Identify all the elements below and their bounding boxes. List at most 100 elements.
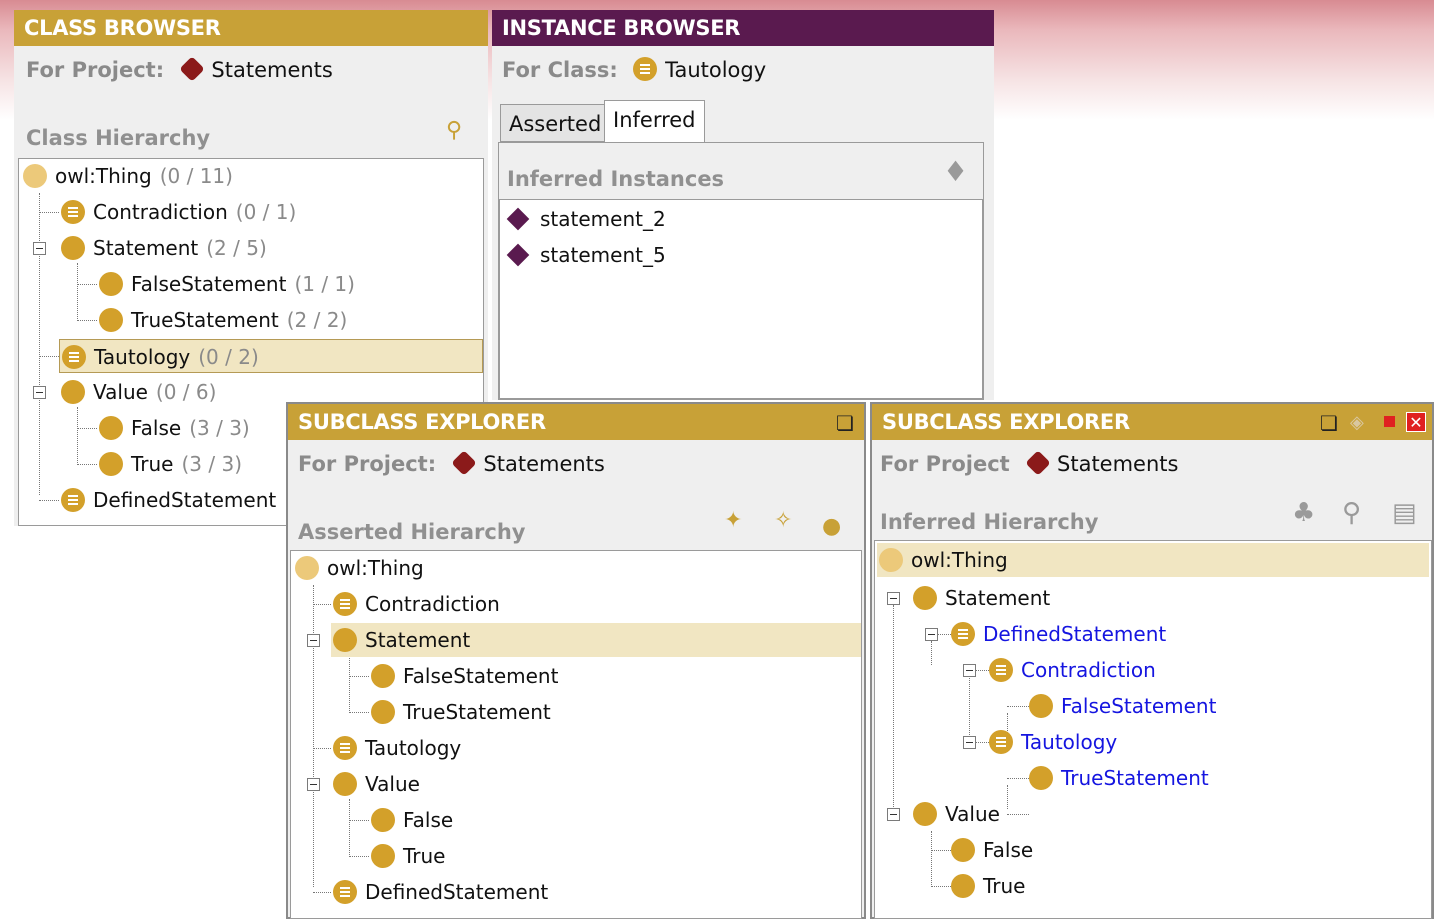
tab-asserted[interactable]: Asserted	[500, 104, 611, 142]
tree-node-value[interactable]: Value	[333, 767, 420, 801]
minimize-icon[interactable]	[1384, 416, 1395, 427]
tree-node-value[interactable]: Value (0 / 6)	[61, 375, 216, 409]
class-icon	[913, 585, 937, 610]
for-class-label: For Class: Tautology	[502, 57, 767, 82]
defined-class-icon	[333, 879, 357, 904]
maximize-icon[interactable]: ❏	[836, 410, 854, 436]
collapse-definedstatement-toggle[interactable]	[925, 628, 938, 641]
class-icon	[951, 837, 975, 862]
instance-item[interactable]: statement_2	[506, 202, 666, 236]
tree-node-owl-thing[interactable]: owl:Thing	[295, 551, 424, 585]
maximize-icon[interactable]: ❏	[1320, 410, 1338, 436]
instance-browser-panel: INSTANCE BROWSER For Class: Tautology As…	[492, 10, 994, 400]
tab-inferred[interactable]: Inferred	[604, 100, 705, 144]
class-icon	[333, 627, 357, 652]
delete-class-icon[interactable]: ●	[822, 514, 841, 540]
tree-node-statement[interactable]: Statement (2 / 5)	[61, 231, 267, 265]
class-icon	[99, 451, 123, 476]
subclass-explorer-title: SUBCLASS EXPLORER	[872, 404, 1432, 440]
find-class-icon[interactable]: ⚲	[446, 118, 462, 144]
tree-node-definedstatement[interactable]: DefinedStatement	[61, 483, 284, 517]
class-icon	[61, 379, 85, 404]
class-icon	[879, 547, 903, 572]
tree-node-definedstatement[interactable]: DefinedStatement	[951, 617, 1166, 651]
instance-list: statement_2 statement_5	[499, 199, 983, 399]
class-browser-title: CLASS BROWSER	[14, 10, 488, 46]
project-label: For Project Statements	[880, 450, 1179, 476]
class-icon	[371, 699, 395, 724]
tree-node-statement-selected[interactable]: Statement	[331, 623, 861, 657]
class-icon	[371, 843, 395, 868]
project-name: Statements	[1057, 452, 1179, 476]
collapse-value-toggle[interactable]	[887, 808, 900, 821]
asserted-hierarchy-tree: owl:Thing Contradiction Statement FalseS…	[290, 550, 862, 919]
tree-node-owl-thing[interactable]: owl:Thing (0 / 11)	[23, 159, 233, 193]
defined-class-icon	[989, 657, 1013, 682]
class-hierarchy-label: Class Hierarchy	[26, 126, 211, 150]
inferred-hierarchy-tree: owl:Thing Statement DefinedStatement Con…	[874, 540, 1432, 919]
tree-node-truestatement[interactable]: TrueStatement (2 / 2)	[99, 303, 347, 337]
create-sibling-class-icon[interactable]: ✧	[774, 508, 792, 534]
tree-node-contradiction[interactable]: Contradiction	[333, 587, 500, 621]
defined-class-icon	[62, 344, 86, 369]
tree-node-owl-thing-selected[interactable]: owl:Thing	[877, 543, 1429, 577]
collapse-statement-toggle[interactable]	[33, 242, 46, 255]
class-icon	[99, 271, 123, 296]
tree-node-falsestatement[interactable]: FalseStatement	[1029, 689, 1216, 723]
tree-node-falsestatement[interactable]: FalseStatement	[371, 659, 558, 693]
defined-class-icon	[333, 591, 357, 616]
tree-node-definedstatement[interactable]: DefinedStatement	[333, 875, 548, 909]
project-icon	[179, 56, 206, 82]
tab-content: Inferred Instances ♦ statement_2 stateme…	[498, 142, 984, 400]
class-icon	[99, 415, 123, 440]
subclass-explorer-inferred-panel: SUBCLASS EXPLORER ❏ ◈ ✕ For Project Stat…	[870, 402, 1434, 919]
instance-action-icon[interactable]: ♦	[943, 158, 968, 186]
collapse-statement-toggle[interactable]	[307, 634, 320, 647]
class-icon	[1029, 765, 1053, 790]
tree-node-true[interactable]: True	[951, 869, 1025, 903]
project-name: Statements	[211, 58, 333, 82]
tree-node-false[interactable]: False	[371, 803, 453, 837]
class-name: Tautology	[665, 58, 767, 82]
collapse-contradiction-toggle[interactable]	[963, 664, 976, 677]
tree-node-truestatement[interactable]: TrueStatement	[1029, 761, 1209, 795]
class-icon	[951, 873, 975, 898]
create-subclass-icon[interactable]: ✦	[724, 508, 742, 534]
collapse-value-toggle[interactable]	[307, 778, 320, 791]
collapse-tautology-toggle[interactable]	[963, 736, 976, 749]
tree-node-tautology-selected[interactable]: Tautology (0 / 2)	[59, 339, 483, 373]
tree-node-false[interactable]: False (3 / 3)	[99, 411, 250, 445]
inferred-instances-label: Inferred Instances	[507, 167, 725, 191]
defined-class-icon	[61, 487, 85, 512]
class-icon	[371, 663, 395, 688]
collapse-value-toggle[interactable]	[33, 386, 46, 399]
instance-icon	[506, 207, 530, 230]
tree-node-tautology[interactable]: Tautology	[989, 725, 1117, 759]
restore-icon[interactable]: ◈	[1350, 410, 1364, 436]
tree-node-true[interactable]: True (3 / 3)	[99, 447, 242, 481]
project-icon	[451, 450, 478, 476]
classify-icon[interactable]: ♣	[1292, 500, 1315, 526]
tree-node-false[interactable]: False	[951, 833, 1033, 867]
tree-node-falsestatement[interactable]: FalseStatement (1 / 1)	[99, 267, 355, 301]
project-name: Statements	[483, 452, 605, 476]
tree-node-value[interactable]: Value	[913, 797, 1000, 831]
class-icon	[371, 807, 395, 832]
save-icon[interactable]: ▤	[1392, 500, 1417, 526]
tree-node-contradiction[interactable]: Contradiction	[989, 653, 1156, 687]
tree-node-tautology[interactable]: Tautology	[333, 731, 461, 765]
defined-class-icon	[633, 57, 658, 81]
search-icon[interactable]: ⚲	[1342, 500, 1361, 526]
collapse-statement-toggle[interactable]	[887, 592, 900, 605]
asserted-hierarchy-label: Asserted Hierarchy	[298, 520, 526, 544]
close-icon[interactable]: ✕	[1406, 412, 1426, 432]
defined-class-icon	[951, 621, 975, 646]
class-icon	[333, 771, 357, 796]
tree-node-true[interactable]: True	[371, 839, 445, 873]
tree-node-truestatement[interactable]: TrueStatement	[371, 695, 551, 729]
project-label: For Project: Statements	[298, 450, 605, 476]
project-icon	[1025, 450, 1051, 476]
tree-node-statement[interactable]: Statement	[913, 581, 1050, 615]
tree-node-contradiction[interactable]: Contradiction (0 / 1)	[61, 195, 296, 229]
instance-item[interactable]: statement_5	[506, 238, 666, 272]
